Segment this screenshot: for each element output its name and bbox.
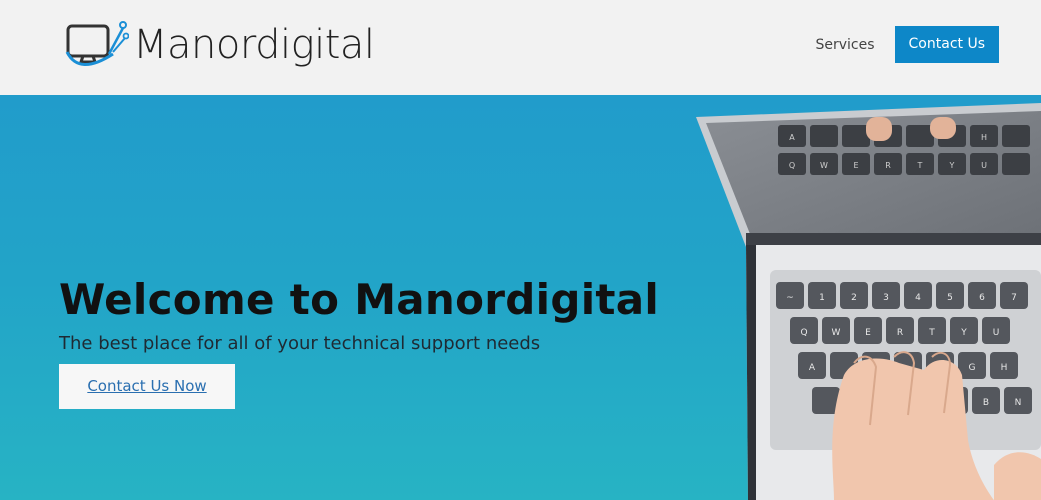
main-nav: Services Contact Us — [815, 26, 999, 63]
screen-key-reflection — [906, 125, 934, 147]
screen-key-label: W — [820, 161, 828, 170]
hero-contact-button[interactable]: Contact Us Now — [59, 364, 235, 409]
hero-subtitle: The best place for all of your technical… — [59, 333, 541, 354]
keyboard-key-label: 6 — [979, 293, 985, 303]
keyboard-key-label: T — [928, 328, 935, 338]
screen-key-label: Q — [789, 161, 795, 170]
keyboard-key-label: H — [1001, 363, 1008, 373]
screen-key-label: U — [981, 161, 987, 170]
keyboard-key-label: E — [865, 328, 871, 338]
screen-key-label: T — [917, 161, 923, 170]
keyboard-key-label: B — [983, 398, 989, 408]
brand-logo[interactable]: Manordigital — [65, 15, 375, 75]
keyboard-key-label: A — [809, 363, 816, 373]
keyboard-key-label: 4 — [915, 293, 921, 303]
nav-contact-button[interactable]: Contact Us — [894, 26, 999, 63]
screen-key-reflection — [810, 125, 838, 147]
screen-key-reflection — [842, 125, 870, 147]
keyboard-key-label: 7 — [1011, 293, 1017, 303]
keyboard-key-label: 3 — [883, 293, 889, 303]
keyboard-key-label: ~ — [786, 293, 794, 303]
brand-name: Manordigital — [133, 22, 375, 68]
keyboard-key-label: G — [969, 363, 976, 373]
screen-key-label: R — [885, 161, 891, 170]
screen-key-reflection — [1002, 153, 1030, 175]
laptop-hands-image: ~1 2 3 4 5 6 7 Q W E R T Y U A G H B N A H Q W E R T Y U — [696, 103, 1041, 500]
keyboard-key-label: R — [897, 328, 903, 338]
keyboard-key-label: 2 — [851, 293, 857, 303]
nav-services-link[interactable]: Services — [815, 37, 874, 53]
hero-title: Welcome to Manordigital — [59, 275, 660, 324]
keyboard-key-label: 1 — [819, 293, 825, 303]
screen-key-reflection — [1002, 125, 1030, 147]
hero-section: Welcome to Manordigital The best place f… — [0, 95, 1041, 500]
site-header: Manordigital Services Contact Us — [0, 0, 1041, 95]
screen-key-label: H — [981, 133, 987, 142]
keyboard-key-label: Y — [960, 328, 967, 338]
monitor-circuit-icon — [65, 21, 129, 66]
keyboard-key-label: Q — [800, 328, 807, 338]
screen-key-label: Y — [949, 161, 955, 170]
keyboard-key-label: 5 — [947, 293, 953, 303]
screen-key-label: A — [789, 133, 795, 142]
keyboard-key-label: N — [1015, 398, 1022, 408]
keyboard-key-label: U — [993, 328, 1000, 338]
keyboard-key-label: W — [832, 328, 841, 338]
screen-key-label: E — [853, 161, 858, 170]
